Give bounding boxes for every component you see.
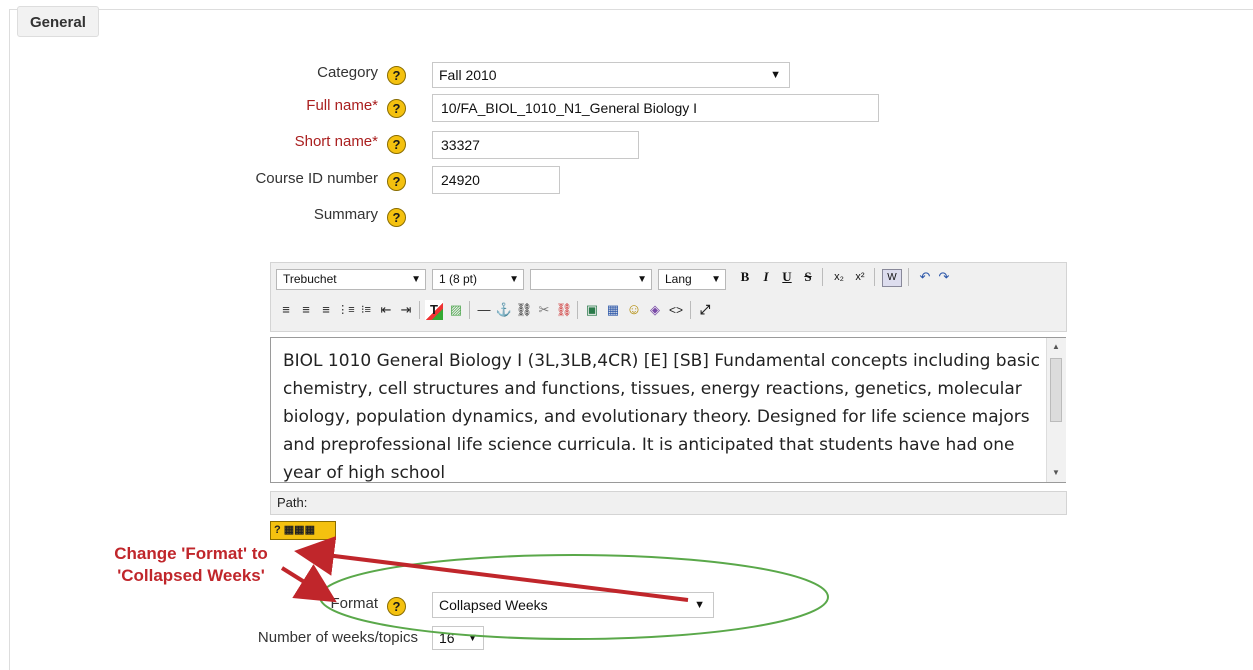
insert-image-icon[interactable]: ▣ bbox=[583, 300, 601, 320]
background-color-button[interactable]: ▨ bbox=[447, 300, 465, 320]
shortname-help-icon[interactable]: ? bbox=[387, 135, 406, 154]
numweeks-select[interactable]: 16 ▼ bbox=[432, 626, 484, 650]
idnumber-input[interactable]: 24920 bbox=[432, 166, 560, 194]
insert-table-icon[interactable]: ▦ bbox=[604, 300, 622, 320]
category-select[interactable]: Fall 2010 ▼ bbox=[432, 62, 790, 88]
chevron-down-icon: ▼ bbox=[467, 632, 478, 644]
format-select[interactable]: Collapsed Weeks ▼ bbox=[432, 592, 714, 618]
font-size-select[interactable]: 1 (8 pt) ▼ bbox=[432, 269, 524, 290]
category-label: Category bbox=[317, 64, 378, 81]
redo-button[interactable]: ↷ bbox=[935, 267, 953, 287]
font-family-select[interactable]: Trebuchet ▼ bbox=[276, 269, 426, 290]
link-icon[interactable]: ⛓ bbox=[515, 300, 533, 320]
lang-select[interactable]: Lang ▼ bbox=[658, 269, 726, 290]
unlink-icon[interactable]: ✂ bbox=[535, 300, 553, 320]
format-help-icon[interactable]: ? bbox=[387, 597, 406, 616]
scroll-down-icon[interactable]: ▼ bbox=[1052, 468, 1060, 477]
scrollbar-thumb[interactable] bbox=[1050, 358, 1062, 422]
fullname-input[interactable]: 10/FA_BIOL_1010_N1_General Biology I bbox=[432, 94, 879, 122]
idnumber-help-icon[interactable]: ? bbox=[387, 172, 406, 191]
general-legend[interactable]: General bbox=[17, 6, 99, 37]
nolink-icon[interactable]: ⛓ bbox=[555, 300, 573, 320]
superscript-button[interactable]: x² bbox=[851, 267, 869, 287]
outdent-button[interactable]: ⇤ bbox=[377, 300, 395, 320]
editor-path-bar: Path: bbox=[270, 491, 1067, 515]
summary-label: Summary bbox=[313, 206, 378, 223]
scroll-up-icon[interactable]: ▲ bbox=[1052, 342, 1060, 351]
annotation-text: Change 'Format' to 'Collapsed Weeks' bbox=[96, 543, 286, 587]
html-source-icon[interactable]: <> bbox=[667, 300, 685, 320]
summary-help-icon[interactable]: ? bbox=[387, 208, 406, 227]
anchor-icon[interactable]: ⚓ bbox=[495, 300, 513, 320]
format-label: Format bbox=[330, 595, 378, 612]
numweeks-label: Number of weeks/topics bbox=[257, 629, 418, 646]
chevron-down-icon: ▼ bbox=[694, 599, 705, 611]
horizontal-rule-button[interactable]: — bbox=[475, 300, 493, 320]
shortname-input[interactable]: 33327 bbox=[432, 131, 639, 159]
paste-word-button[interactable]: W bbox=[882, 269, 902, 287]
style-select[interactable]: ▼ bbox=[530, 269, 652, 290]
ordered-list-button[interactable]: ⋮≡ bbox=[337, 300, 355, 320]
annotation-line-2: 'Collapsed Weeks' bbox=[117, 566, 265, 585]
align-left-button[interactable]: ≡ bbox=[277, 300, 295, 320]
undo-button[interactable]: ↶ bbox=[916, 267, 934, 287]
subscript-button[interactable]: x₂ bbox=[830, 267, 848, 287]
strikethrough-button[interactable]: S bbox=[799, 267, 817, 287]
italic-button[interactable]: I bbox=[757, 267, 775, 287]
fullname-help-icon[interactable]: ? bbox=[387, 99, 406, 118]
category-help-icon[interactable]: ? bbox=[387, 66, 406, 85]
underline-button[interactable]: U bbox=[778, 267, 796, 287]
summary-text[interactable]: BIOL 1010 General Biology I (3L,3LB,4CR)… bbox=[283, 347, 1043, 482]
fullname-label: Full name* bbox=[306, 97, 378, 114]
special-char-icon[interactable]: ◈ bbox=[646, 300, 664, 320]
chevron-down-icon: ▼ bbox=[770, 69, 781, 81]
bold-button[interactable]: B bbox=[736, 267, 754, 287]
text-color-button[interactable]: T bbox=[425, 300, 443, 320]
annotation-line-1: Change 'Format' to bbox=[114, 544, 268, 563]
fullscreen-icon[interactable]: ⤢ bbox=[696, 300, 714, 320]
editor-toolbar: Trebuchet ▼ 1 (8 pt) ▼ ▼ Lang ▼ B I U S x₂ … bbox=[270, 262, 1067, 332]
editor-scrollbar[interactable]: ▲ ▼ bbox=[1046, 338, 1066, 482]
unordered-list-button[interactable]: ⁝≡ bbox=[357, 300, 375, 320]
smiley-icon[interactable]: ☺ bbox=[625, 300, 643, 320]
summary-editor[interactable]: BIOL 1010 General Biology I (3L,3LB,4CR)… bbox=[270, 337, 1066, 483]
keyboard-help-icon[interactable]: ? ▦▦▦ bbox=[270, 521, 336, 540]
idnumber-label: Course ID number bbox=[255, 170, 378, 187]
shortname-label: Short name* bbox=[294, 133, 378, 150]
indent-button[interactable]: ⇥ bbox=[397, 300, 415, 320]
align-right-button[interactable]: ≡ bbox=[317, 300, 335, 320]
align-center-button[interactable]: ≡ bbox=[297, 300, 315, 320]
